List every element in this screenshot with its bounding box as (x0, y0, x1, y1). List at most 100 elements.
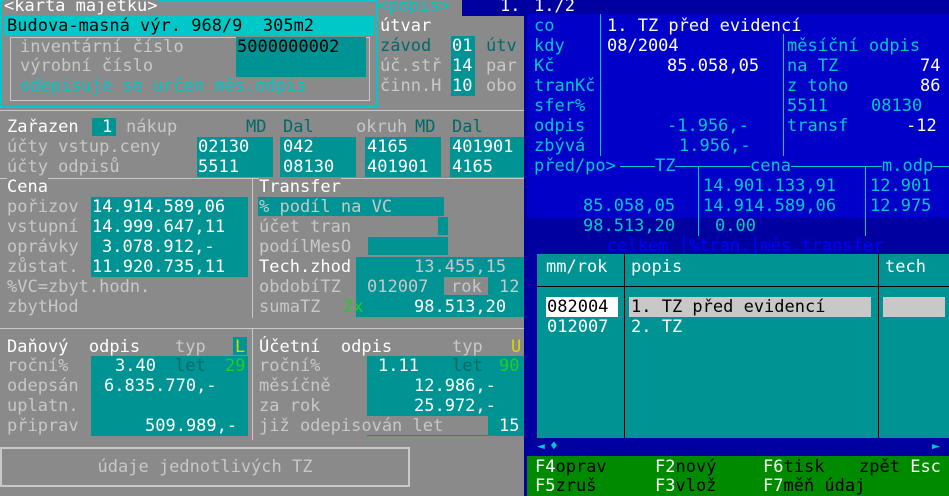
scroll-right-arrow-icon[interactable]: ► (932, 437, 940, 457)
transfer-ucet-label: účet tran (259, 217, 352, 237)
cena-row-value[interactable]: 3.078.912,- (102, 237, 215, 257)
danovy-typ-value[interactable]: L (235, 337, 245, 357)
suma-value[interactable]: 98.513,20 (414, 297, 506, 317)
tz-zbyva-value[interactable]: 1.956,- (679, 136, 751, 156)
account-cell[interactable]: 401901 (367, 157, 428, 177)
rok-label: rok (451, 277, 482, 297)
mesicne-value[interactable]: 12.986,- (414, 376, 496, 396)
list-header-line (537, 286, 949, 287)
transfer-podilmes-field[interactable] (368, 237, 448, 255)
tz-detail-button[interactable]: údaje jednotlivých TZ (0, 447, 410, 487)
tz-ztoho-value[interactable]: 86 (920, 76, 940, 96)
account-cell[interactable]: 02130 (198, 137, 249, 157)
cena-row-value[interactable]: 14.999.647,11 (92, 217, 225, 237)
priprav-value[interactable]: 509.989,- (145, 416, 237, 436)
danovy-typ-label: typ (175, 337, 206, 357)
tz-detail-button-label: údaje jednotlivých TZ (97, 457, 313, 477)
techzhod-value[interactable]: 13.455,15 (414, 257, 506, 277)
card-frame-title: <karta majetku> (4, 0, 158, 16)
ucstr-value[interactable]: 14 (452, 56, 472, 76)
tz-account[interactable]: 08130 (871, 96, 922, 116)
okruh-header: okruh (356, 117, 408, 137)
danovy-rocni-label: roční% (7, 356, 69, 376)
obdobi-label: obdobíTZ (259, 277, 341, 297)
md-header: MD (246, 117, 267, 137)
tz-row-c-pct: 0.00 (715, 216, 756, 236)
tz-counter: 1./2 (534, 0, 575, 16)
tz-kc-value[interactable]: 85.058,05 (667, 56, 759, 76)
utv-label: útv (486, 36, 517, 56)
tz-natz-value[interactable]: 74 (920, 56, 940, 76)
cena-row-value[interactable]: 14.914.589,06 (92, 197, 225, 217)
cena-frame-right (252, 178, 253, 318)
horizontal-scrollbar[interactable] (537, 438, 949, 456)
danovy-let-value[interactable]: 29 (225, 356, 245, 376)
ucetni-let-label: let (452, 356, 483, 376)
tz-kdy-value[interactable]: 08/2004 (607, 36, 679, 56)
jiz-value[interactable]: 15 (499, 416, 519, 436)
divider (0, 110, 524, 111)
fkey-f7[interactable]: F7měň údaj (763, 476, 865, 496)
account-cell[interactable]: 08130 (283, 157, 334, 177)
fkey-f6[interactable]: F6tisk (763, 457, 824, 477)
utvar-label: útvar (380, 16, 432, 36)
fkey-f5[interactable]: F5zruš (535, 476, 596, 496)
zarazen-label: Zařazen (7, 117, 79, 137)
rok-value[interactable]: 12 (499, 277, 519, 297)
account-cell[interactable]: 4165 (452, 157, 493, 177)
transfer-podilmes-label: podílMesO (259, 237, 352, 257)
card-name[interactable]: Budova-masná výr. 968/9 305m2 (7, 16, 314, 36)
cena-row-value[interactable]: 11.920.735,11 (92, 257, 225, 277)
danovy-title: Daňový odpis (7, 337, 141, 357)
list-row-date[interactable]: 012007 (547, 317, 608, 337)
scroll-left-arrow-icon[interactable]: ◄ (537, 437, 545, 457)
transfer-title: Transfer (259, 177, 341, 197)
list-row-desc[interactable]: 1. TZ před evidencí (631, 297, 825, 317)
odepsan-value[interactable]: 6.835.770,- (104, 376, 217, 396)
cinn-value[interactable]: 10 (452, 76, 472, 96)
zarazen-value[interactable]: 1 (102, 117, 112, 137)
account-cell[interactable]: 401901 (452, 137, 513, 157)
inv-number-label: inventární číslo (20, 37, 184, 57)
tz-list (537, 254, 949, 438)
tz-col-divider (783, 34, 784, 164)
list-col-divider (878, 254, 879, 438)
tz-transf-value[interactable]: -12 (906, 116, 937, 136)
list-row-selected-tech-bg (883, 297, 945, 317)
obdobi-value[interactable]: 012007 (367, 277, 428, 297)
ucstr-label: úč.stř (380, 56, 442, 76)
tz-account[interactable]: 5511 (787, 96, 828, 116)
list-row-date[interactable]: 082004 (547, 297, 608, 317)
transfer-ucet-field[interactable] (438, 217, 448, 235)
account-cell[interactable]: 4165 (367, 137, 408, 157)
blue-strip-text: 1. (500, 0, 521, 16)
obo-label: obo (486, 76, 517, 96)
danovy-rocni-value[interactable]: 3.40 (115, 356, 156, 376)
account-cell[interactable]: 5511 (198, 157, 239, 177)
ucetni-let-value[interactable]: 90 (499, 356, 519, 376)
account-cell[interactable]: 042 (283, 137, 314, 157)
fkey-f2[interactable]: F2nový (655, 457, 716, 477)
ucetni-rocni-value[interactable]: 1.11 (378, 356, 419, 376)
scroll-thumb[interactable]: ♦ (550, 437, 558, 457)
list-header-date[interactable]: mm/rok (546, 257, 607, 277)
tz-co-value[interactable]: 1. TZ před evidencí (607, 16, 801, 36)
tz-col-cena: cena (750, 156, 791, 176)
fkey-esc[interactable]: zpět Esc (859, 457, 941, 477)
odepsan-label: odepsán (7, 376, 79, 396)
fkey-f4[interactable]: F4oprav (535, 457, 607, 477)
tz-odpis-value[interactable]: -1.956,- (667, 116, 749, 136)
zarok-value[interactable]: 25.972,- (414, 396, 496, 416)
list-header-tech[interactable]: tech (885, 257, 926, 277)
tz-row-a-cena: 14.901.133,91 (703, 176, 837, 196)
ucetni-typ-value[interactable]: U (511, 337, 521, 357)
fkey-f3[interactable]: F3vlož (655, 476, 716, 496)
accounts-input-label: účty vstup.ceny (7, 137, 161, 157)
zavod-label: závod (380, 36, 432, 56)
list-row-desc[interactable]: 2. TZ (631, 317, 682, 337)
list-header-desc[interactable]: popis (631, 257, 682, 277)
cena-row-label: vstupní (7, 217, 79, 237)
zavod-value[interactable]: 01 (452, 36, 472, 56)
inv-number-value[interactable]: 5000000002 (237, 37, 339, 57)
vc-note: %VC=zbyt.hodn. (7, 277, 151, 297)
